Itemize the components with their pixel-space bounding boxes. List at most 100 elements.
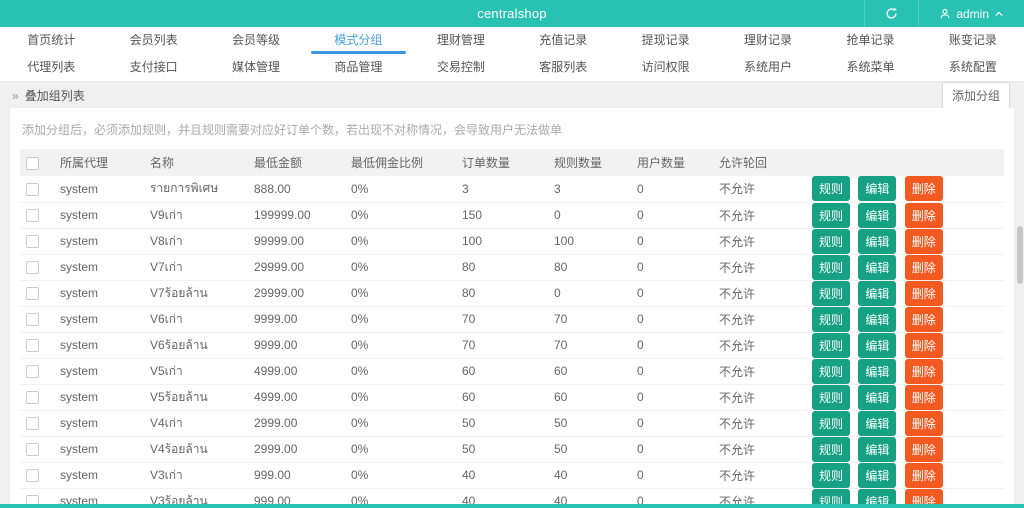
nav-item[interactable]: 商品管理 xyxy=(307,54,409,81)
edit-button[interactable]: 编辑 xyxy=(858,176,897,201)
row-checkbox[interactable] xyxy=(26,365,39,379)
cell-recycle: 不允许 xyxy=(719,494,756,505)
delete-button[interactable]: 删除 xyxy=(904,176,943,201)
nav-item-label: 系统配置 xyxy=(948,60,997,74)
cell-user-count: 0 xyxy=(637,338,644,352)
row-checkbox[interactable] xyxy=(26,235,39,249)
edit-button[interactable]: 编辑 xyxy=(858,410,897,435)
rules-button[interactable]: 规则 xyxy=(812,332,851,357)
nav-item[interactable]: 代理列表 xyxy=(0,54,102,81)
refresh-icon xyxy=(885,7,898,20)
rules-button[interactable]: 规则 xyxy=(812,228,851,253)
row-checkbox[interactable] xyxy=(26,469,39,483)
delete-button[interactable]: 删除 xyxy=(904,228,943,253)
nav-item-label: 理财管理 xyxy=(436,33,485,47)
rules-button[interactable]: 规则 xyxy=(812,436,851,461)
cell-min-commission: 0% xyxy=(351,260,369,274)
delete-button[interactable]: 删除 xyxy=(904,358,943,383)
delete-button[interactable]: 删除 xyxy=(904,436,943,461)
row-checkbox[interactable] xyxy=(26,495,39,504)
row-checkbox[interactable] xyxy=(26,182,39,196)
user-menu[interactable]: admin xyxy=(918,0,1024,27)
cell-agent: system xyxy=(60,416,99,430)
cell-rule-count: 50 xyxy=(554,416,568,430)
table-row: system V7เก่า 29999.00 0% 80 80 0 不允许 规则… xyxy=(20,254,1004,281)
rules-button[interactable]: 规则 xyxy=(812,358,851,383)
edit-button[interactable]: 编辑 xyxy=(858,202,897,227)
delete-button[interactable]: 删除 xyxy=(904,410,943,435)
delete-button[interactable]: 删除 xyxy=(904,384,943,409)
edit-button[interactable]: 编辑 xyxy=(858,332,897,357)
row-checkbox[interactable] xyxy=(26,391,39,405)
table-header: 所属代理 名称 最低金额 最低佣金比例 订单数量 规则数量 用户数量 允许轮回 xyxy=(20,149,1004,176)
row-checkbox[interactable] xyxy=(26,261,39,275)
vertical-scrollbar[interactable] xyxy=(1017,226,1023,284)
nav-item[interactable]: 会员列表 xyxy=(102,27,204,54)
edit-button[interactable]: 编辑 xyxy=(858,358,897,383)
edit-button[interactable]: 编辑 xyxy=(858,306,897,331)
nav-item[interactable]: 交易控制 xyxy=(410,54,512,81)
rules-button[interactable]: 规则 xyxy=(812,306,851,331)
nav-item[interactable]: 理财记录 xyxy=(717,27,819,54)
edit-button[interactable]: 编辑 xyxy=(858,462,897,487)
rules-button[interactable]: 规则 xyxy=(812,254,851,279)
select-all-checkbox[interactable] xyxy=(26,156,39,170)
cell-min-amount: 4999.00 xyxy=(254,390,298,404)
cell-user-count: 0 xyxy=(637,468,644,482)
delete-button[interactable]: 删除 xyxy=(904,332,943,357)
rules-button[interactable]: 规则 xyxy=(812,462,851,487)
nav-row-1: 首页统计 会员列表 会员等级 模式分组 理财管理 充值记录 提现记录 理财记录 … xyxy=(0,27,1024,54)
table-body: system รายการพิเศษ 888.00 0% 3 3 0 不允许 规… xyxy=(20,176,1004,504)
cell-name: V5ร้อยล้าน xyxy=(150,389,208,404)
nav-item[interactable]: 系统用户 xyxy=(717,54,819,81)
nav-item[interactable]: 抢单记录 xyxy=(819,27,921,54)
edit-button[interactable]: 编辑 xyxy=(858,384,897,409)
nav-item[interactable]: 首页统计 xyxy=(0,27,102,54)
table-row: system V3ร้อยล้าน 999.00 0% 40 40 0 不允许 … xyxy=(20,488,1004,504)
row-checkbox[interactable] xyxy=(26,313,39,327)
row-checkbox[interactable] xyxy=(26,443,39,457)
groups-table: 所属代理 名称 最低金额 最低佣金比例 订单数量 规则数量 用户数量 允许轮回 … xyxy=(20,149,1004,504)
add-group-button[interactable]: 添加分组 xyxy=(941,82,1010,109)
edit-button[interactable]: 编辑 xyxy=(858,254,897,279)
nav-item[interactable]: 媒体管理 xyxy=(205,54,307,81)
rules-button[interactable]: 规则 xyxy=(812,202,851,227)
edit-button[interactable]: 编辑 xyxy=(858,436,897,461)
refresh-button[interactable] xyxy=(864,0,918,27)
rules-button[interactable]: 规则 xyxy=(812,384,851,409)
row-checkbox[interactable] xyxy=(26,339,39,353)
row-checkbox[interactable] xyxy=(26,287,39,301)
nav-item[interactable]: 理财管理 xyxy=(410,27,512,54)
edit-button[interactable]: 编辑 xyxy=(858,280,897,305)
nav-item[interactable]: 支付接口 xyxy=(102,54,204,81)
nav-item[interactable]: 会员等级 xyxy=(205,27,307,54)
delete-button[interactable]: 删除 xyxy=(904,254,943,279)
cell-recycle: 不允许 xyxy=(719,416,756,431)
rules-button[interactable]: 规则 xyxy=(812,488,851,504)
nav-item[interactable]: 客服列表 xyxy=(512,54,614,81)
edit-button[interactable]: 编辑 xyxy=(858,228,897,253)
row-checkbox[interactable] xyxy=(26,209,39,223)
delete-button[interactable]: 删除 xyxy=(904,462,943,487)
delete-button[interactable]: 删除 xyxy=(904,280,943,305)
nav-item[interactable]: 账变记录 xyxy=(922,27,1024,54)
nav-item[interactable]: 访问权限 xyxy=(614,54,716,81)
delete-button[interactable]: 删除 xyxy=(904,306,943,331)
cell-recycle: 不允许 xyxy=(719,442,756,457)
cell-agent: system xyxy=(60,260,99,274)
help-note: 添加分组后，必须添加规则，并且规则需要对应好订单个数，若出现不对称情况，会导致用… xyxy=(22,123,563,137)
row-checkbox[interactable] xyxy=(26,417,39,431)
nav-item[interactable]: 模式分组 xyxy=(307,27,409,54)
table-row: system V4ร้อยล้าน 2999.00 0% 50 50 0 不允许… xyxy=(20,436,1004,463)
nav-item[interactable]: 系统菜单 xyxy=(819,54,921,81)
nav-item[interactable]: 充值记录 xyxy=(512,27,614,54)
delete-button[interactable]: 删除 xyxy=(904,488,943,504)
rules-button[interactable]: 规则 xyxy=(812,176,851,201)
col-order-count: 订单数量 xyxy=(462,156,511,170)
nav-item[interactable]: 提现记录 xyxy=(614,27,716,54)
nav-item[interactable]: 系统配置 xyxy=(922,54,1024,81)
rules-button[interactable]: 规则 xyxy=(812,280,851,305)
edit-button[interactable]: 编辑 xyxy=(858,488,897,504)
delete-button[interactable]: 删除 xyxy=(904,202,943,227)
rules-button[interactable]: 规则 xyxy=(812,410,851,435)
